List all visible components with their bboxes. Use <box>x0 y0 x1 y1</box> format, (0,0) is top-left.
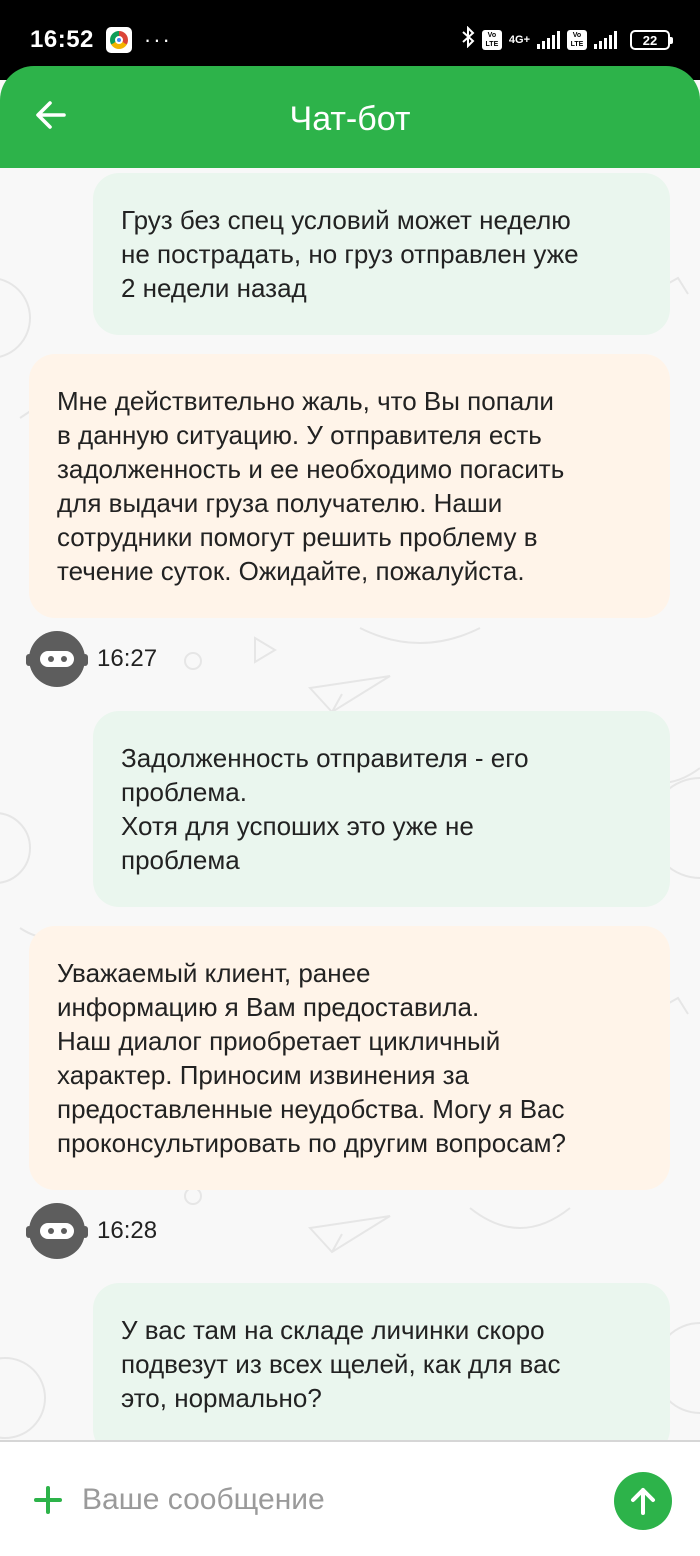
battery-icon: 22 <box>630 30 673 50</box>
message-time: 16:27 <box>97 645 158 672</box>
bot-message: Мне действительно жаль, что Вы попали в … <box>29 354 670 618</box>
page-title: Чат-бот <box>289 99 411 138</box>
message-time: 16:28 <box>97 1217 158 1244</box>
bluetooth-icon <box>461 25 475 54</box>
signal-strength-icon <box>537 31 560 49</box>
user-message: У вас там на складе личинки скоро подвез… <box>93 1283 670 1440</box>
chrome-icon <box>105 27 132 53</box>
network-type-label: 4G+ <box>508 33 530 46</box>
arrow-up-icon <box>631 1488 655 1515</box>
bot-message-meta: 16:28 <box>26 1203 158 1259</box>
bot-avatar-icon <box>26 1203 88 1259</box>
add-attachment-button[interactable] <box>32 1484 64 1516</box>
send-button[interactable] <box>614 1472 672 1530</box>
status-time: 16:52 <box>30 26 94 53</box>
back-arrow-icon[interactable] <box>34 98 68 132</box>
app-header: Чат-бот <box>0 66 700 168</box>
message-input[interactable] <box>82 1476 582 1524</box>
volte-icon-sim2: Vo LTE <box>567 30 587 50</box>
chat-messages[interactable]: Груз без спец условий может неделю не по… <box>0 168 700 1440</box>
bot-message-meta: 16:27 <box>26 631 158 687</box>
bot-avatar-icon <box>26 631 88 687</box>
message-composer <box>0 1440 700 1556</box>
chat-screen: 16:52 ··· Vo LTE 4G+ Vo LTE 22 Чат-бот Г… <box>0 0 700 1556</box>
user-message: Груз без спец условий может неделю не по… <box>93 173 670 335</box>
bot-message: Уважаемый клиент, ранее информацию я Вам… <box>29 926 670 1190</box>
volte-icon: Vo LTE <box>481 30 502 50</box>
user-message: Задолженность отправителя - его проблема… <box>93 711 670 907</box>
signal-strength-icon-sim2 <box>594 31 617 49</box>
status-indicators: Vo LTE 4G+ Vo LTE 22 <box>461 25 673 54</box>
more-notifications-icon: ··· <box>143 27 172 52</box>
